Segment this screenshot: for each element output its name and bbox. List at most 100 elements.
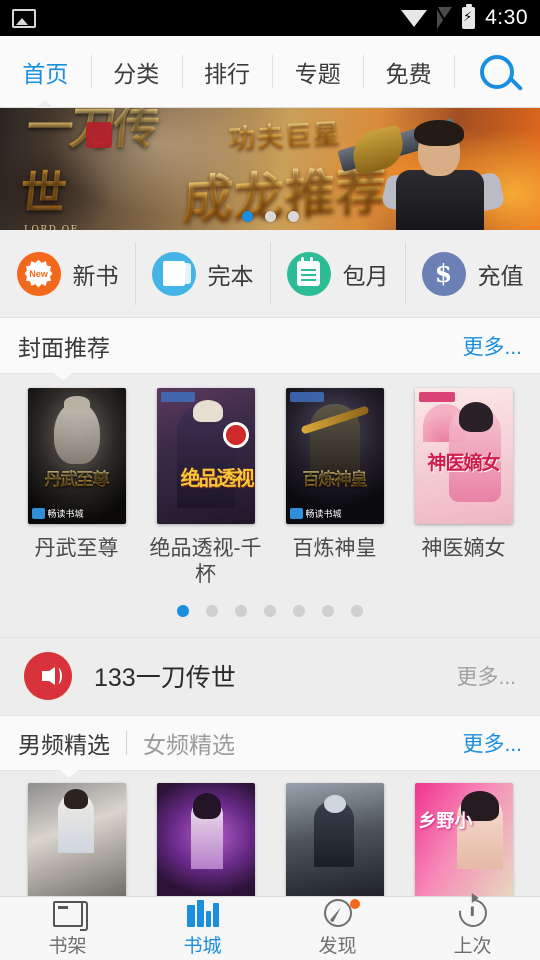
shelf-pagination bbox=[0, 589, 540, 631]
tab-female-featured[interactable]: 女频精选 bbox=[143, 726, 235, 760]
book-cover: 丹武至尊 畅读书城 bbox=[27, 388, 126, 524]
history-icon bbox=[453, 893, 492, 933]
nav-label: 发现 bbox=[318, 936, 357, 957]
banner-seal-icon bbox=[86, 122, 112, 148]
status-right: 4:30 bbox=[401, 4, 528, 30]
tab-divider bbox=[126, 730, 127, 755]
wifi-icon bbox=[401, 9, 428, 27]
nav-bookshelf[interactable]: 书架 bbox=[0, 897, 135, 960]
banner-dot[interactable] bbox=[241, 211, 253, 222]
book-cover: 神医嫡女 bbox=[414, 388, 513, 524]
nav-label: 书城 bbox=[183, 936, 222, 957]
quick-action-recharge[interactable]: $ 充值 bbox=[405, 230, 540, 317]
cover-art-title: 丹武至尊 bbox=[28, 465, 126, 490]
top-navigation: 首页 分类 排行 专题 免费 bbox=[0, 36, 540, 108]
tab-home[interactable]: 首页 bbox=[0, 36, 91, 108]
book-item[interactable]: 绝品透视 绝品透视-千杯 bbox=[141, 388, 270, 589]
compass-icon bbox=[323, 899, 352, 927]
book-item[interactable]: 丹武至尊 畅读书城 丹武至尊 bbox=[12, 388, 141, 589]
book-cover bbox=[27, 782, 126, 899]
section-title: 封面推荐 bbox=[18, 334, 110, 361]
book-item[interactable]: 乡野小 bbox=[399, 782, 528, 899]
book-cover: 乡野小 bbox=[414, 782, 513, 899]
app-screen: 4:30 首页 分类 排行 专题 免费 一刀传世 LORD OF THE CIT… bbox=[0, 0, 540, 960]
bookstore-icon bbox=[186, 900, 219, 927]
feature-section-more-link[interactable]: 更多... bbox=[462, 728, 522, 758]
speaker-icon bbox=[24, 652, 72, 700]
search-button[interactable] bbox=[453, 36, 540, 107]
banner-pagination bbox=[0, 211, 540, 222]
cover-book-shelf: 丹武至尊 畅读书城 丹武至尊 绝品透视 绝品透视-千杯 百炼神皇 畅读书城 百炼… bbox=[0, 374, 540, 637]
book-cover: 百炼神皇 畅读书城 bbox=[285, 388, 384, 524]
book-icon bbox=[151, 251, 196, 296]
book-cover: 绝品透视 bbox=[156, 388, 255, 524]
book-title: 神医嫡女 bbox=[421, 537, 506, 560]
page-dot[interactable] bbox=[235, 604, 247, 617]
book-list: 丹武至尊 畅读书城 丹武至尊 绝品透视 绝品透视-千杯 百炼神皇 畅读书城 百炼… bbox=[0, 388, 540, 589]
feature-section-header: 男频精选 女频精选 更多... bbox=[0, 714, 540, 778]
quick-action-label: 充值 bbox=[477, 262, 524, 289]
quick-action-row: New 新书 完本 包月 $ 充值 bbox=[0, 230, 540, 318]
tab-category[interactable]: 分类 bbox=[90, 36, 182, 107]
clock: 4:30 bbox=[485, 6, 528, 29]
cover-watermark: 畅读书城 bbox=[289, 507, 342, 520]
book-title: 丹武至尊 bbox=[34, 537, 119, 560]
cover-section-header: 封面推荐 更多... bbox=[0, 318, 540, 381]
tab-free[interactable]: 免费 bbox=[363, 36, 454, 107]
photo-icon bbox=[12, 8, 36, 28]
nav-bookstore[interactable]: 书城 bbox=[135, 897, 270, 960]
status-left bbox=[12, 8, 36, 28]
new-badge-icon: New bbox=[16, 251, 61, 296]
audio-more-link[interactable]: 更多... bbox=[456, 661, 516, 691]
cover-art-title: 百炼神皇 bbox=[286, 465, 384, 490]
search-icon bbox=[479, 54, 514, 89]
status-bar: 4:30 bbox=[0, 0, 540, 36]
battery-charging-icon bbox=[462, 4, 476, 29]
new-badge-text: New bbox=[29, 268, 48, 279]
page-dot[interactable] bbox=[206, 604, 218, 617]
quick-action-label: 完本 bbox=[207, 262, 254, 289]
page-dot[interactable] bbox=[293, 604, 305, 617]
audio-book-row[interactable]: 133一刀传世 更多... bbox=[0, 636, 540, 715]
calendar-icon bbox=[286, 251, 331, 296]
page-dot[interactable] bbox=[322, 604, 334, 617]
page-dot[interactable] bbox=[177, 604, 189, 617]
dollar-icon: $ bbox=[421, 251, 466, 296]
cover-art-title: 绝品透视 bbox=[180, 466, 255, 490]
nav-label: 书架 bbox=[48, 936, 87, 957]
quick-action-monthly[interactable]: 包月 bbox=[270, 230, 405, 317]
tab-male-featured[interactable]: 男频精选 bbox=[18, 726, 110, 760]
quick-action-completed[interactable]: 完本 bbox=[135, 230, 270, 317]
quick-action-new-books[interactable]: New 新书 bbox=[0, 230, 135, 317]
nav-label: 上次 bbox=[453, 936, 492, 957]
book-cover bbox=[156, 782, 255, 899]
tab-topics[interactable]: 专题 bbox=[272, 36, 363, 107]
cover-section-more-link[interactable]: 更多... bbox=[462, 331, 522, 361]
tab-ranking[interactable]: 排行 bbox=[181, 36, 273, 107]
no-sim-icon bbox=[437, 7, 453, 29]
cover-art-title: 乡野小 bbox=[418, 810, 473, 832]
bookshelf-icon bbox=[52, 900, 88, 931]
banner-dot[interactable] bbox=[264, 211, 276, 222]
book-title: 百炼神皇 bbox=[292, 537, 377, 560]
page-dot[interactable] bbox=[264, 604, 276, 617]
book-item[interactable] bbox=[270, 782, 399, 899]
book-cover bbox=[285, 782, 384, 899]
quick-action-label: 新书 bbox=[72, 262, 119, 289]
promo-banner[interactable]: 一刀传世 LORD OF THE CITY 功夫巨星 成龙推荐 bbox=[0, 108, 540, 230]
nav-last-read[interactable]: 上次 bbox=[405, 893, 540, 960]
book-item[interactable] bbox=[12, 782, 141, 899]
banner-dot[interactable] bbox=[287, 211, 299, 222]
quick-action-label: 包月 bbox=[342, 262, 389, 289]
page-dot[interactable] bbox=[351, 604, 363, 617]
book-item[interactable] bbox=[141, 782, 270, 899]
book-item[interactable]: 神医嫡女 神医嫡女 bbox=[399, 388, 528, 589]
audio-title: 133一刀传世 bbox=[94, 664, 236, 692]
feature-book-list: 乡野小 bbox=[0, 782, 540, 899]
book-item[interactable]: 百炼神皇 畅读书城 百炼神皇 bbox=[270, 388, 399, 589]
notification-badge bbox=[349, 899, 360, 909]
bottom-navigation: 书架 书城 发现 上次 bbox=[0, 893, 540, 960]
nav-discover[interactable]: 发现 bbox=[270, 897, 405, 960]
book-title: 绝品透视-千杯 bbox=[149, 537, 262, 587]
cover-art-title: 神医嫡女 bbox=[427, 452, 500, 474]
